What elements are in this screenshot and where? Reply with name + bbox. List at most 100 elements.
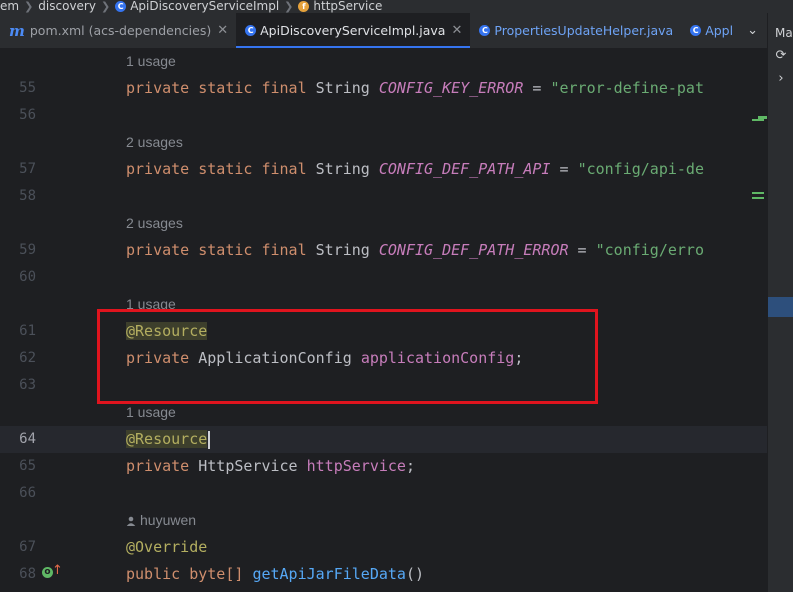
chevron-down-icon: ⌄ [747,23,758,38]
class-icon: C [115,1,127,12]
operator: = [550,160,578,178]
code-line-65: private HttpService httpService; [126,453,415,480]
line-number: 63 [19,377,36,393]
type-name: String [315,160,370,178]
type-name: String [315,241,370,259]
line-number: 61 [19,323,36,339]
line-number: 57 [19,161,36,177]
breadcrumb-label: httpService [313,0,383,13]
panel-title[interactable]: Ma [768,13,793,40]
author-name: huyuwen [140,512,197,528]
usage-hint[interactable]: 2 usages [126,210,183,237]
operator: = [523,79,551,97]
usage-hint[interactable]: 1 usage [126,48,176,75]
tab-appl[interactable]: C Appl [681,13,741,48]
breadcrumb-item-class[interactable]: C ApiDiscoveryServiceImpl [115,0,279,13]
tab-overflow-button[interactable]: ⌄ ⋮ [741,13,767,48]
string-literal: "config/api-de [577,160,704,178]
constant-name: CONFIG_DEF_PATH_ERROR [378,241,569,259]
keyword: final [261,241,307,259]
breadcrumb-item-field[interactable]: f httpService [298,0,382,13]
annotation: @Override [126,538,208,556]
refresh-icon[interactable]: ⟳ [768,48,793,63]
change-marker [752,119,764,121]
chevron-right-icon: ❯ [100,0,111,13]
field-name: httpService [306,457,406,475]
breadcrumb-item-em[interactable]: em [0,0,19,13]
editor-tab-bar: m pom.xml (acs-dependencies) ✕ C ApiDisc… [0,13,767,49]
code-line-68: public byte[] getApiJarFileData() [126,561,424,588]
tab-label: ApiDiscoveryServiceImpl.java [260,23,446,38]
constant-name: CONFIG_KEY_ERROR [378,79,524,97]
breadcrumb-item-discovery[interactable]: discovery [38,0,96,13]
maven-icon: m [9,21,25,40]
class-icon: C [245,25,257,36]
line-number: 66 [19,485,36,501]
tab-properties-update-helper[interactable]: C PropertiesUpdateHelper.java [470,13,681,48]
user-icon [126,516,136,527]
tab-label: Appl [705,23,734,38]
line-number: 55 [19,80,36,96]
line-number: 56 [19,107,36,123]
line-number: 65 [19,458,36,474]
method-name: getApiJarFileData [252,565,406,583]
constant-name: CONFIG_DEF_PATH_API [378,160,551,178]
code-line-57: private static final String CONFIG_DEF_P… [126,156,704,183]
type-name: String [315,79,370,97]
keyword: static [198,160,253,178]
line-number: 58 [19,188,36,204]
type-name: HttpService [198,457,298,475]
line-number-gutter[interactable]: 55 56 57 58 59 60 61 62 63 64 65 66 67 6… [0,48,104,592]
code-line-55: private static final String CONFIG_KEY_E… [126,75,704,102]
keyword: public [126,565,181,583]
author-hint[interactable]: huyuwen [126,507,196,534]
keyword: private [126,241,190,259]
code-line-59: private static final String CONFIG_DEF_P… [126,237,704,264]
breadcrumb: em ❯ discovery ❯ C ApiDiscoveryServiceImp… [0,0,793,13]
tab-pom-xml[interactable]: m pom.xml (acs-dependencies) ✕ [0,13,236,48]
line-number: 62 [19,350,36,366]
type-name: byte[] [189,565,244,583]
semicolon: ; [405,457,415,475]
line-number: 59 [19,242,36,258]
operator: = [568,241,596,259]
chevron-right-icon: ❯ [284,0,294,13]
line-number: 67 [19,539,36,555]
line-number: 68 [19,566,36,582]
field-icon: f [298,1,310,12]
class-icon: C [690,25,702,36]
usage-hint[interactable]: 2 usages [126,129,183,156]
arrow-up-icon[interactable]: ↑ [52,564,63,578]
keyword: static [198,79,253,97]
keyword: private [126,457,190,475]
keyword: final [261,160,307,178]
string-literal: "config/erro [595,241,704,259]
close-icon[interactable]: ✕ [451,23,462,38]
chevron-right-icon[interactable]: › [768,71,793,86]
change-marker [752,197,764,199]
annotation-highlight-box [97,309,598,404]
annotation: @Resource [126,430,208,448]
tab-label: pom.xml (acs-dependencies) [29,23,212,38]
breadcrumb-label: em [0,0,20,13]
scrollbar-marker [758,116,767,119]
close-icon[interactable]: ✕ [217,23,228,38]
code-line-64: @Resource [126,426,211,453]
string-literal: "error-define-pat [550,79,704,97]
maven-tool-panel: Ma ⟳ › [767,13,793,592]
keyword: static [198,241,253,259]
tab-api-discovery-service-impl[interactable]: C ApiDiscoveryServiceImpl.java ✕ [236,13,471,48]
text-caret [208,430,211,449]
breadcrumb-label: discovery [38,0,96,13]
line-number-current: 64 [19,431,36,447]
chevron-right-icon: ❯ [24,0,34,13]
tab-label: PropertiesUpdateHelper.java [494,23,674,38]
change-marker [752,192,764,194]
keyword: final [261,79,307,97]
line-number: 60 [19,269,36,285]
ide-window: em ❯ discovery ❯ C ApiDiscoveryServiceImp… [0,0,793,592]
parentheses: () [405,565,425,583]
keyword: private [126,160,190,178]
panel-selection [768,297,793,317]
class-icon: C [479,25,491,36]
